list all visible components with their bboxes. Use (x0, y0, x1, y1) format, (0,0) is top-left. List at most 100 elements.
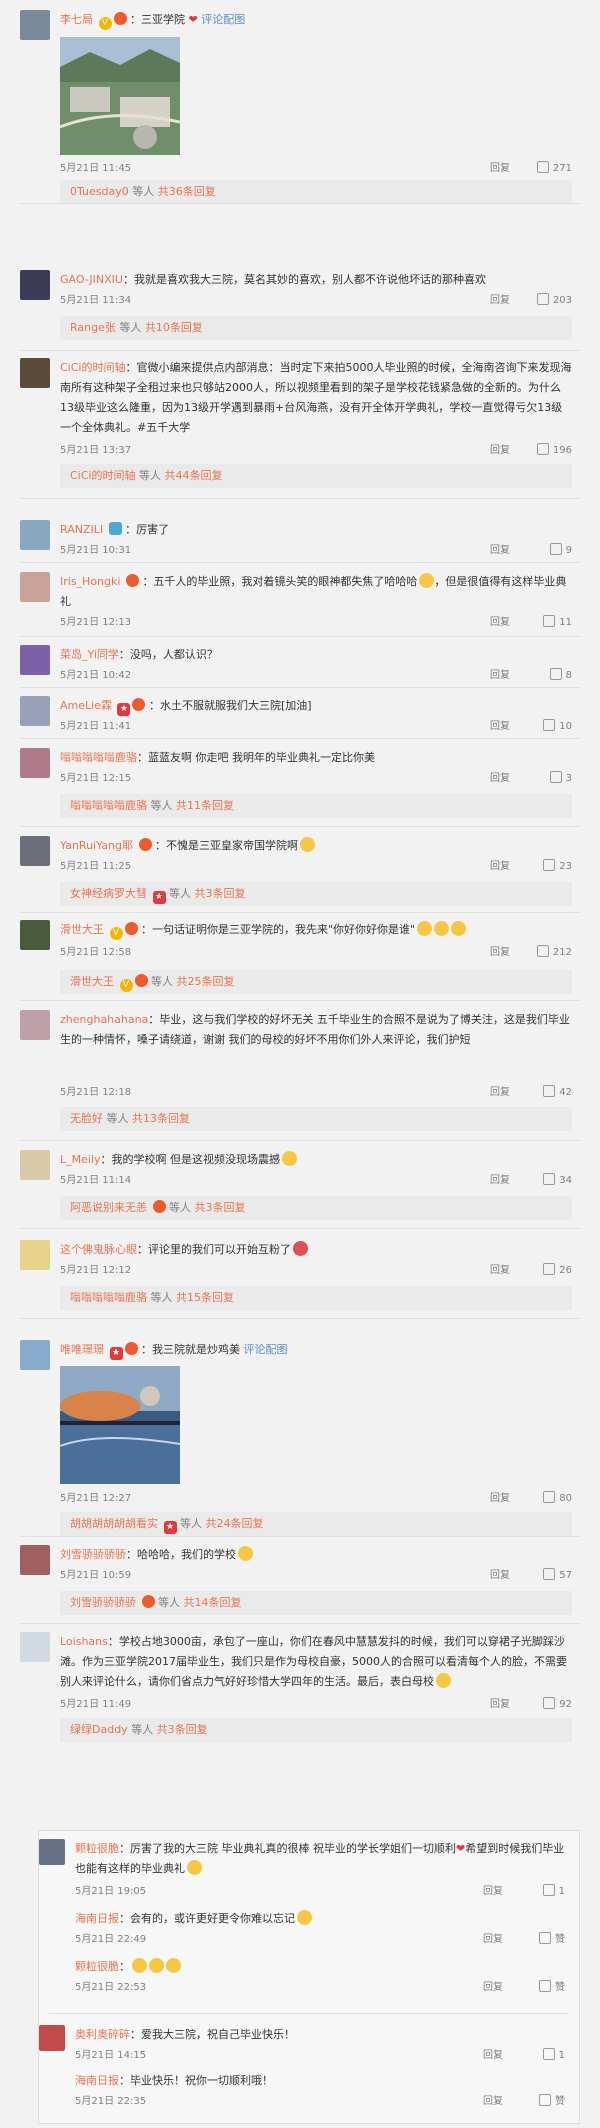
like-button[interactable]: 赞 (539, 1979, 565, 1997)
like-button[interactable]: 3 (549, 770, 572, 788)
reply-user[interactable]: 嗡嗡嗡嗡嗡鹿骆 (70, 799, 147, 812)
reply-button[interactable]: 回复 (490, 1084, 510, 1102)
reply-button[interactable]: 回复 (490, 1172, 510, 1190)
avatar[interactable] (20, 1240, 50, 1270)
username[interactable]: 这个佛鬼脉心眼 (60, 1243, 137, 1256)
replies-summary[interactable]: 绿绿Daddy 等人 共3条回复 (60, 1718, 572, 1742)
reply-count-link[interactable]: 共15条回复 (176, 1291, 234, 1304)
username[interactable]: 李七局 (60, 13, 93, 26)
avatar[interactable] (20, 270, 50, 300)
reply-user[interactable]: 绿绿Daddy (70, 1723, 128, 1736)
reply-user[interactable]: 刘雪骄骄骄骄 (70, 1596, 136, 1609)
reply-button[interactable]: 回复 (490, 858, 510, 876)
replies-summary[interactable]: 嗡嗡嗡嗡嗡鹿骆 等人 共11条回复 (60, 794, 572, 818)
username[interactable]: RANZILI (60, 523, 103, 536)
reply-user[interactable]: 阿恶说别来无恙 (70, 1201, 147, 1214)
avatar[interactable] (20, 645, 50, 675)
reply-button[interactable]: 回复 (490, 770, 510, 788)
replies-summary[interactable]: 阿恶说别来无恙 等人 共3条回复 (60, 1196, 572, 1220)
like-button[interactable]: 92 (543, 1696, 572, 1714)
avatar[interactable] (20, 1545, 50, 1575)
username[interactable]: L_Meily (60, 1153, 101, 1166)
reply-button[interactable]: 回复 (490, 442, 510, 460)
like-button[interactable]: 203 (536, 292, 572, 310)
avatar[interactable] (20, 10, 50, 40)
username[interactable]: 颗粒很脆 (75, 1842, 119, 1855)
reply-user[interactable]: 0Tuesday0 (70, 185, 129, 198)
reply-count-link[interactable]: 共3条回复 (195, 887, 246, 900)
reply-button[interactable]: 回复 (483, 1979, 503, 1997)
username[interactable]: 刘雪骄骄骄骄 (60, 1548, 126, 1561)
reply-user[interactable]: 嗡嗡嗡嗡嗡鹿骆 (70, 1291, 147, 1304)
like-button[interactable]: 23 (543, 858, 572, 876)
like-button[interactable]: 1 (542, 2047, 565, 2065)
like-button[interactable]: 42 (543, 1084, 572, 1102)
replies-summary[interactable]: 女神经病罗大彗 ★ 等人 共3条回复 (60, 882, 572, 906)
avatar[interactable] (20, 1010, 50, 1040)
reply-button[interactable]: 回复 (483, 1931, 503, 1949)
avatar[interactable] (20, 1150, 50, 1180)
reply-count-link[interactable]: 共24条回复 (206, 1517, 264, 1530)
reply-button[interactable]: 回复 (490, 1490, 510, 1508)
reply-count-link[interactable]: 共44条回复 (164, 469, 222, 482)
like-button[interactable]: 271 (536, 160, 572, 178)
reply-count-link[interactable]: 共13条回复 (132, 1112, 190, 1125)
reply-user[interactable]: CiCi的时间轴 (70, 469, 135, 482)
reply-button[interactable]: 回复 (490, 718, 510, 736)
reply-button[interactable]: 回复 (490, 292, 510, 310)
like-button[interactable]: 80 (543, 1490, 572, 1508)
reply-button[interactable]: 回复 (490, 160, 510, 178)
avatar[interactable] (20, 572, 50, 602)
like-button[interactable]: 57 (543, 1567, 572, 1585)
like-button[interactable]: 9 (549, 542, 572, 560)
reply-button[interactable]: 回复 (490, 542, 510, 560)
username[interactable]: YanRuiYang耶 (60, 839, 133, 852)
replies-summary[interactable]: 嗡嗡嗡嗡嗡鹿骆 等人 共15条回复 (60, 1286, 572, 1310)
reply-count-link[interactable]: 共36条回复 (158, 185, 216, 198)
replies-summary[interactable]: Range张 等人 共10条回复 (60, 316, 572, 340)
like-button[interactable]: 11 (543, 614, 572, 632)
reply-count-link[interactable]: 共3条回复 (195, 1201, 246, 1214)
reply-count-link[interactable]: 共10条回复 (145, 321, 203, 334)
reply-button[interactable]: 回复 (490, 944, 510, 962)
reply-button[interactable]: 回复 (490, 1262, 510, 1280)
avatar[interactable] (39, 1839, 65, 1865)
image-link[interactable]: 评论配图 (201, 13, 245, 26)
like-button[interactable]: 196 (536, 442, 572, 460)
avatar[interactable] (20, 920, 50, 950)
reply-button[interactable]: 回复 (483, 2047, 503, 2065)
reply-count-link[interactable]: 共25条回复 (177, 975, 235, 988)
username[interactable]: zhenghahahana (60, 1013, 148, 1026)
username[interactable]: 海南日报 (75, 2074, 119, 2087)
username[interactable]: AmeLie霖 (60, 699, 112, 712)
replies-summary[interactable]: 刘雪骄骄骄骄 等人 共14条回复 (60, 1591, 572, 1615)
like-button[interactable]: 26 (543, 1262, 572, 1280)
avatar[interactable] (20, 358, 50, 388)
username[interactable]: Loishans (60, 1635, 108, 1648)
reply-user[interactable]: 滑世大王 (70, 975, 114, 988)
like-button[interactable]: 赞 (539, 1931, 565, 1949)
username[interactable]: 海南日报 (75, 1912, 119, 1925)
like-button[interactable]: 1 (542, 1883, 565, 1901)
avatar[interactable] (20, 1340, 50, 1370)
username[interactable]: Iris_Hongki (60, 575, 120, 588)
reply-user[interactable]: 无脸好 (70, 1112, 103, 1125)
like-button[interactable]: 8 (549, 667, 572, 685)
replies-summary[interactable]: 0Tuesday0 等人 共36条回复 (60, 180, 572, 204)
reply-button[interactable]: 回复 (490, 1696, 510, 1714)
reply-button[interactable]: 回复 (490, 1567, 510, 1585)
reply-count-link[interactable]: 共3条回复 (157, 1723, 208, 1736)
reply-button[interactable]: 回复 (483, 2093, 503, 2111)
image-link[interactable]: 评论配图 (244, 1343, 288, 1356)
avatar[interactable] (20, 520, 50, 550)
reply-button[interactable]: 回复 (490, 614, 510, 632)
sunset-photo[interactable] (60, 1366, 180, 1484)
avatar[interactable] (20, 748, 50, 778)
username[interactable]: GAO-JINXIU (60, 273, 123, 286)
like-button[interactable]: 赞 (539, 2093, 565, 2111)
username[interactable]: 唯唯璟璟 (60, 1343, 104, 1356)
replies-summary[interactable]: 无脸好 等人 共13条回复 (60, 1107, 572, 1131)
username[interactable]: 嗡嗡嗡嗡嗡鹿骆 (60, 751, 137, 764)
campus-photo[interactable] (60, 37, 180, 155)
avatar[interactable] (20, 836, 50, 866)
